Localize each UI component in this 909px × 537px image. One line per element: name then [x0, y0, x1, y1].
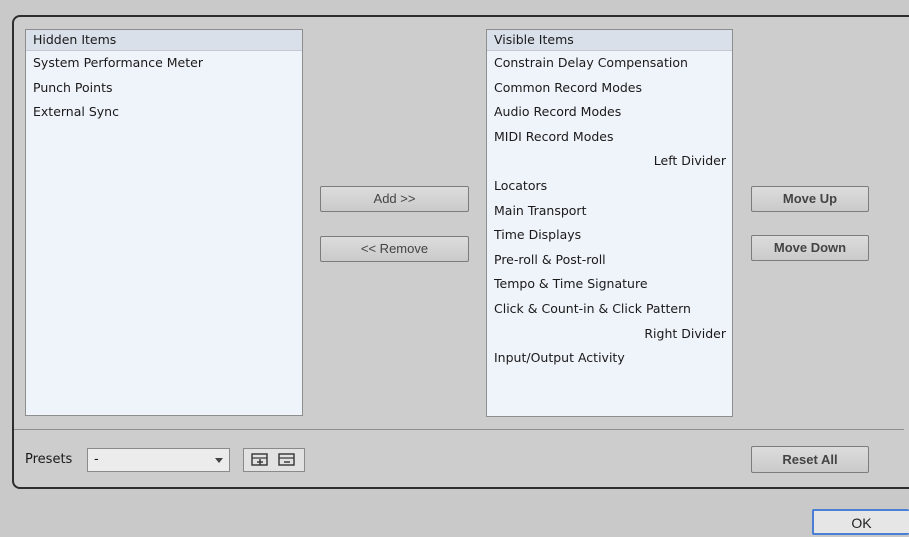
hidden-items-list[interactable]: Hidden Items System Performance Meter Pu…	[25, 29, 303, 416]
visible-items-header: Visible Items	[487, 30, 732, 51]
list-item[interactable]: Time Displays	[487, 223, 732, 248]
separator	[14, 429, 904, 430]
list-item[interactable]: Locators	[487, 174, 732, 199]
list-item[interactable]: Punch Points	[26, 76, 302, 101]
list-item[interactable]: Audio Record Modes	[487, 100, 732, 125]
save-preset-icon[interactable]	[251, 453, 269, 467]
visible-items-list[interactable]: Visible Items Constrain Delay Compensati…	[486, 29, 733, 417]
hidden-items-header: Hidden Items	[26, 30, 302, 51]
list-item[interactable]: MIDI Record Modes	[487, 125, 732, 150]
preset-actions	[243, 448, 305, 472]
remove-preset-icon[interactable]	[278, 453, 296, 467]
list-item-divider[interactable]: Right Divider	[487, 322, 732, 347]
list-item[interactable]: Constrain Delay Compensation	[487, 51, 732, 76]
ok-button[interactable]: OK	[812, 509, 909, 535]
list-item-divider[interactable]: Left Divider	[487, 149, 732, 174]
move-down-button[interactable]: Move Down	[751, 235, 869, 261]
list-item[interactable]: External Sync	[26, 100, 302, 125]
add-button[interactable]: Add >>	[320, 186, 469, 212]
list-item[interactable]: Pre-roll & Post-roll	[487, 248, 732, 273]
remove-button[interactable]: << Remove	[320, 236, 469, 262]
presets-dropdown[interactable]: -	[87, 448, 230, 472]
chevron-down-icon	[215, 458, 223, 463]
list-item[interactable]: System Performance Meter	[26, 51, 302, 76]
presets-label: Presets	[25, 452, 73, 467]
list-item[interactable]: Input/Output Activity	[487, 346, 732, 371]
reset-all-button[interactable]: Reset All	[751, 446, 869, 473]
presets-selected-value: -	[94, 452, 99, 467]
list-item[interactable]: Tempo & Time Signature	[487, 272, 732, 297]
list-item[interactable]: Click & Count-in & Click Pattern	[487, 297, 732, 322]
list-item[interactable]: Main Transport	[487, 199, 732, 224]
list-item[interactable]: Common Record Modes	[487, 76, 732, 101]
move-up-button[interactable]: Move Up	[751, 186, 869, 212]
